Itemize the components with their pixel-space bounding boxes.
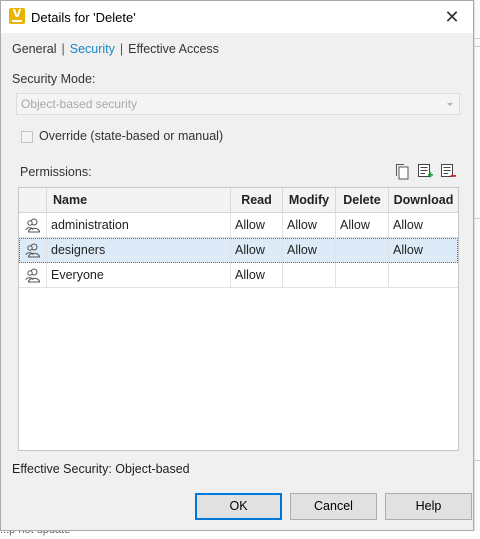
tab-security[interactable]: Security <box>70 42 115 56</box>
cell-modify[interactable]: Allow <box>283 213 336 237</box>
grid-header: Name Read Modify Delete Download <box>19 188 458 213</box>
copy-icon[interactable] <box>394 163 410 181</box>
cell-modify[interactable] <box>283 263 336 287</box>
tab-general[interactable]: General <box>12 42 56 56</box>
cell-download[interactable]: Allow <box>389 238 458 262</box>
header-icon-column <box>19 188 47 213</box>
override-checkbox[interactable] <box>21 131 33 143</box>
background-divider <box>474 46 480 47</box>
background-divider <box>474 460 480 461</box>
tab-effective-access[interactable]: Effective Access <box>128 42 219 56</box>
row-icon-cell <box>19 213 47 237</box>
cell-download[interactable] <box>389 263 458 287</box>
add-permission-icon[interactable] <box>417 163 433 181</box>
effective-security-text: Effective Security: Object-based <box>12 462 190 476</box>
permissions-grid: Name Read Modify Delete Download adminis… <box>18 187 459 451</box>
tab-bar: General | Security | Effective Access <box>12 42 219 56</box>
background-window <box>0 531 480 539</box>
background-divider <box>474 218 480 219</box>
chevron-down-icon <box>447 103 453 106</box>
tab-separator: | <box>61 42 65 56</box>
close-icon[interactable]: ✕ <box>441 7 463 27</box>
security-mode-value: Object-based security <box>21 97 138 111</box>
cell-delete[interactable] <box>336 238 389 262</box>
header-read[interactable]: Read <box>231 188 283 213</box>
header-name[interactable]: Name <box>47 188 231 213</box>
override-label: Override (state-based or manual) <box>39 129 224 143</box>
cell-download[interactable]: Allow <box>389 213 458 237</box>
cell-name: Everyone <box>47 263 231 287</box>
title-bar: Details for 'Delete' ✕ <box>1 1 473 33</box>
cell-read[interactable]: Allow <box>231 213 283 237</box>
header-download[interactable]: Download <box>389 188 458 213</box>
ok-button[interactable]: OK <box>195 493 282 520</box>
cell-modify[interactable]: Allow <box>283 238 336 262</box>
header-delete[interactable]: Delete <box>336 188 389 213</box>
app-logo-icon <box>9 8 25 24</box>
tab-separator: | <box>119 42 124 56</box>
cell-name: designers <box>47 238 231 262</box>
help-button[interactable]: Help <box>385 493 472 520</box>
cell-read[interactable]: Allow <box>231 263 283 287</box>
details-dialog: Details for 'Delete' ✕ General | Security |… <box>0 0 474 531</box>
cell-delete[interactable]: Allow <box>336 213 389 237</box>
window-title: Details for 'Delete' <box>31 10 136 25</box>
cell-read[interactable]: Allow <box>231 238 283 262</box>
permissions-label: Permissions: <box>20 165 92 179</box>
user-group-icon <box>25 243 41 258</box>
cancel-button[interactable]: Cancel <box>290 493 377 520</box>
row-icon-cell <box>19 263 47 287</box>
cell-delete[interactable] <box>336 263 389 287</box>
user-group-icon <box>25 218 41 233</box>
background-window-edge <box>474 0 480 539</box>
table-row-selected[interactable]: designers Allow Allow Allow <box>19 238 458 263</box>
header-modify[interactable]: Modify <box>283 188 336 213</box>
table-row[interactable]: Everyone Allow <box>19 263 458 288</box>
remove-permission-icon[interactable] <box>440 163 456 181</box>
security-mode-select[interactable]: Object-based security <box>16 93 460 115</box>
table-row[interactable]: administration Allow Allow Allow Allow <box>19 213 458 238</box>
row-icon-cell <box>19 238 47 262</box>
cell-name: administration <box>47 213 231 237</box>
user-group-icon <box>25 268 41 283</box>
background-divider <box>474 38 480 39</box>
security-mode-label: Security Mode: <box>12 72 96 86</box>
